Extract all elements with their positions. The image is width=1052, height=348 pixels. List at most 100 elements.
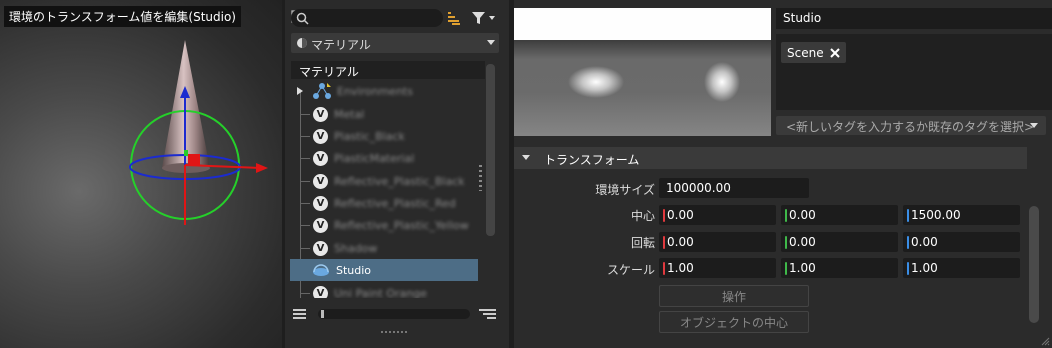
size-field[interactable]: 100000.00 [659, 178, 809, 198]
list-item-label: Plastic_Black [334, 129, 405, 143]
x-axis-marker [663, 261, 665, 275]
tag-label: Scene [787, 45, 824, 60]
center-z-value: 1500.00 [911, 208, 961, 222]
v-material-icon: V [313, 240, 328, 256]
name-field[interactable]: Studio [776, 8, 1052, 29]
rotate-row-label-box: 回転 [514, 234, 655, 250]
manipulate-button[interactable]: 操作 [659, 285, 809, 307]
list-item-plasticmaterial[interactable]: V PlasticMaterial [300, 147, 485, 169]
manipulate-button-label: 操作 [721, 289, 746, 304]
3d-viewport[interactable]: 環境のトランスフォーム値を編集(Studio) [0, 0, 282, 348]
v-material-icon: V [313, 106, 328, 122]
resize-corner-icon[interactable] [1040, 336, 1050, 346]
zoom-slider[interactable] [318, 309, 470, 319]
material-panel: マテリアル マテリアル Environments V Metal V Plast… [285, 0, 509, 348]
center-y-field[interactable]: 0.00 [781, 205, 898, 225]
list-item-reflective-plastic-red[interactable]: V Reflective_Plastic_Red [300, 192, 485, 214]
scale-y-field[interactable]: 1.00 [781, 258, 898, 278]
tag-chip[interactable]: Scene [781, 42, 846, 63]
list-item-label: Reflective_Plastic_Red [334, 196, 456, 210]
list-view-icon[interactable] [293, 308, 307, 320]
size-value: 100000.00 [666, 181, 731, 195]
tag-dropdown[interactable]: <新しいタグを入力するか既存のタグを選択> [776, 116, 1046, 135]
bottom-resize-grip[interactable] [381, 331, 407, 333]
list-item-label: Metal [334, 107, 365, 121]
list-item-label: Environments [337, 84, 413, 98]
z-axis-marker [907, 235, 909, 249]
z-axis-marker [907, 261, 909, 275]
scale-row-label-box: スケール [514, 261, 655, 277]
viewport-title: 環境のトランスフォーム値を編集(Studio) [4, 6, 241, 27]
scale-z-value: 1.00 [911, 261, 938, 275]
material-tree: Environments V Metal V Plastic_Black V P… [285, 80, 485, 298]
collapse-arrow-icon[interactable] [522, 155, 530, 161]
list-item-label: Uni Paint Orange [334, 286, 427, 299]
v-material-icon: V [313, 285, 328, 298]
list-item-environments[interactable]: Environments [291, 80, 477, 102]
search-input[interactable] [291, 9, 443, 27]
xy-plane-handle [188, 154, 200, 166]
list-item-label: Reflective_Plastic_Yellow [334, 218, 469, 232]
list-item-plastic-black[interactable]: V Plastic_Black [300, 125, 485, 147]
v-material-icon: V [313, 173, 328, 189]
rotate-x-value: 0.00 [667, 235, 694, 249]
list-item-reflective-plastic-black[interactable]: V Reflective_Plastic_Black [300, 170, 485, 192]
y-axis-marker [785, 235, 787, 249]
transform-section-header[interactable]: トランスフォーム [514, 147, 1027, 169]
z-axis-marker [907, 208, 909, 222]
center-row-label-box: 中心 [514, 207, 655, 223]
filter-icon[interactable] [471, 11, 497, 25]
category-label: マテリアル [311, 38, 371, 52]
gizmo-scene [129, 40, 268, 225]
rotate-z-field[interactable]: 0.00 [903, 232, 1020, 252]
list-item-reflective-plastic-yellow[interactable]: V Reflective_Plastic_Yellow [300, 214, 485, 236]
list-item-uni-paint-orange[interactable]: V Uni Paint Orange [300, 282, 485, 299]
list-header: マテリアル [291, 61, 485, 79]
list-scrollbar[interactable] [486, 64, 495, 236]
environment-preview [514, 8, 771, 136]
x-arrow [256, 163, 268, 173]
list-item-label: Reflective_Plastic_Black [334, 174, 465, 188]
list-item-studio[interactable]: Studio [290, 259, 478, 281]
center-object-button-label: オブジェクトの中心 [679, 315, 788, 330]
material-sphere-icon [297, 38, 307, 48]
chevron-down-icon [487, 40, 495, 45]
list-item-label: PlasticMaterial [334, 151, 415, 165]
environment-icon [313, 83, 331, 99]
rotate-x-field[interactable]: 0.00 [659, 232, 776, 252]
list-header-label: マテリアル [299, 65, 359, 79]
section-title: トランスフォーム [544, 153, 640, 167]
x-axis-marker [663, 208, 665, 222]
center-x-field[interactable]: 0.00 [659, 205, 776, 225]
expand-arrow-icon[interactable] [297, 87, 305, 95]
sort-icon[interactable] [447, 11, 461, 25]
resize-grip[interactable] [479, 165, 482, 191]
scale-x-value: 1.00 [667, 261, 694, 275]
list-item-label: Shadow [334, 241, 378, 255]
search-icon [296, 12, 309, 25]
scale-y-value: 1.00 [789, 261, 816, 275]
rotate-label: 回転 [630, 236, 655, 250]
zoom-slider-thumb[interactable] [321, 310, 324, 318]
center-object-button[interactable]: オブジェクトの中心 [659, 311, 809, 333]
name-value: Studio [783, 11, 822, 25]
center-z-field[interactable]: 1500.00 [903, 205, 1020, 225]
category-dropdown[interactable]: マテリアル [291, 33, 499, 53]
tag-area[interactable]: Scene [776, 34, 1052, 110]
size-row-label-box: 環境サイズ [514, 181, 655, 197]
v-material-icon: V [313, 195, 328, 211]
close-icon[interactable] [829, 47, 840, 58]
list-item-label: Studio [336, 263, 372, 277]
center-label: 中心 [630, 209, 655, 223]
scale-z-field[interactable]: 1.00 [903, 258, 1020, 278]
detail-view-icon[interactable] [479, 308, 497, 320]
size-label: 環境サイズ [595, 183, 655, 197]
properties-scrollbar[interactable] [1029, 206, 1039, 323]
rotate-y-field[interactable]: 0.00 [781, 232, 898, 252]
list-item-shadow[interactable]: V Shadow [300, 237, 485, 259]
list-item-metal[interactable]: V Metal [300, 103, 485, 125]
center-x-value: 0.00 [667, 208, 694, 222]
scale-x-field[interactable]: 1.00 [659, 258, 776, 278]
y-axis-marker [785, 261, 787, 275]
x-axis-marker [663, 235, 665, 249]
